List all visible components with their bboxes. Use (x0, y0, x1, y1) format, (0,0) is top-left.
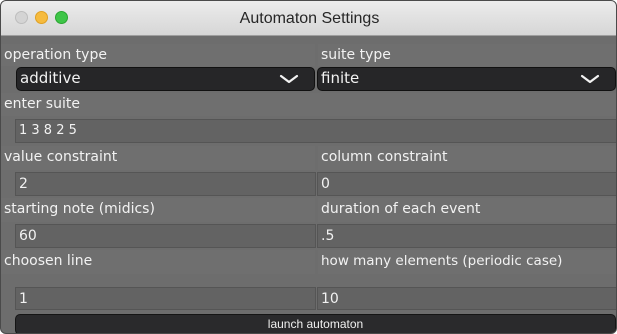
title-bar: Automaton Settings (1, 1, 616, 36)
value-constraint-label: value constraint (1, 146, 315, 170)
elements-count-label: how many elements (periodic case) (318, 250, 616, 274)
enter-suite-input[interactable]: 1 3 8 2 5 (15, 119, 616, 143)
duration-label: duration of each event (318, 198, 616, 222)
window-title: Automaton Settings (239, 10, 380, 27)
choosen-line-input[interactable]: 1 (15, 287, 316, 310)
starting-note-label: starting note (midics) (1, 198, 315, 222)
duration-input[interactable]: .5 (317, 224, 616, 248)
choosen-line-label: choosen line (1, 250, 315, 274)
column-constraint-label: column constraint (318, 146, 616, 170)
elements-count-input[interactable]: 10 (317, 287, 616, 310)
launch-automaton-button[interactable]: launch automaton (15, 314, 616, 333)
starting-note-input[interactable]: 60 (15, 224, 316, 248)
column-constraint-input[interactable]: 0 (317, 172, 616, 196)
operation-type-select[interactable]: additive (16, 67, 315, 91)
value-constraint-input[interactable]: 2 (15, 172, 316, 196)
automaton-settings-window: Automaton Settings operation type suite … (0, 0, 617, 334)
chevron-down-icon (580, 74, 600, 84)
suite-type-value: finite (321, 69, 360, 87)
chevron-down-icon (279, 74, 299, 84)
suite-type-select[interactable]: finite (317, 67, 616, 91)
enter-suite-label: enter suite (1, 93, 616, 116)
suite-type-label: suite type (318, 44, 616, 66)
operation-type-value: additive (20, 69, 81, 87)
operation-type-label: operation type (1, 44, 315, 66)
